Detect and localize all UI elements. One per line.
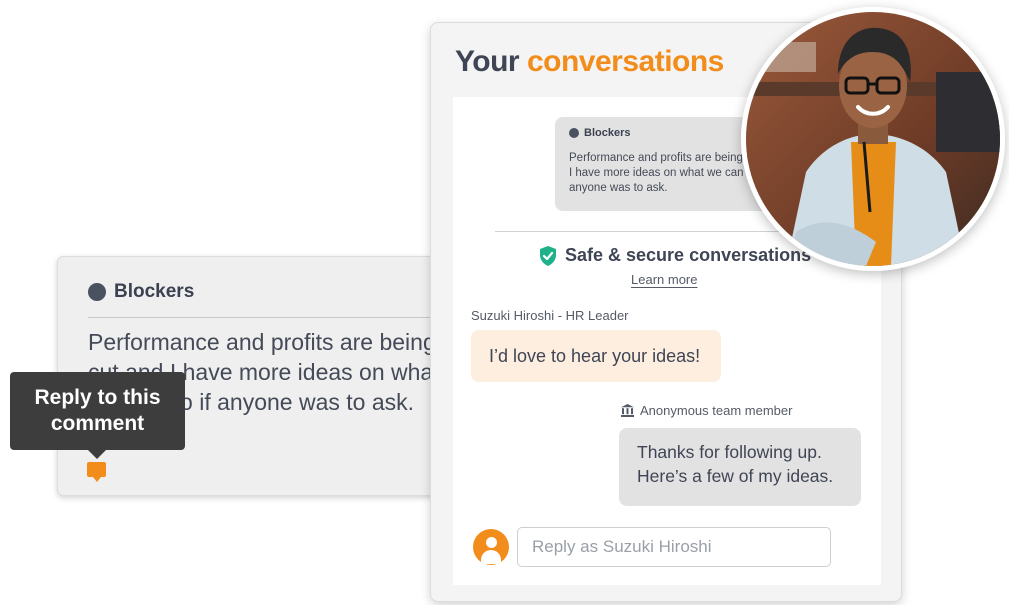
anonymous-sender: Anonymous team member	[621, 403, 792, 418]
topic-label: Blockers	[114, 281, 195, 302]
outgoing-message-line-2: Here’s a few of my ideas.	[637, 466, 834, 486]
reply-tooltip: Reply to this comment	[10, 372, 185, 459]
building-icon	[621, 404, 634, 417]
shield-check-icon	[540, 245, 556, 266]
quoted-topic: Blockers	[569, 127, 630, 139]
anonymous-label: Anonymous team member	[640, 403, 793, 418]
panel-title-accent: conversations	[526, 45, 724, 78]
outgoing-message: Thanks for following up. Here’s a few of…	[619, 428, 861, 506]
panel-title: Your conversations	[455, 45, 724, 79]
sender-name: Suzuki Hiroshi - HR Leader	[471, 308, 629, 323]
user-avatar-icon	[473, 529, 509, 565]
quoted-topic-label: Blockers	[584, 127, 631, 139]
comment-topic: Blockers	[88, 281, 194, 303]
panel-title-main: Your	[455, 45, 520, 78]
outgoing-message-line-1: Thanks for following up.	[637, 442, 822, 462]
topic-dot-icon	[569, 128, 579, 138]
reply-chat-icon[interactable]	[87, 462, 106, 482]
tooltip-line-1: Reply to this	[34, 386, 161, 409]
profile-photo	[741, 7, 1005, 271]
tooltip-line-2: comment	[50, 412, 145, 435]
secure-banner: Safe & secure conversations	[539, 245, 811, 266]
portrait-illustration	[746, 12, 1000, 266]
incoming-message: I’d love to hear your ideas!	[471, 330, 721, 382]
topic-dot-icon	[88, 283, 106, 301]
secure-label: Safe & secure conversations	[565, 245, 812, 265]
reply-input[interactable]	[517, 527, 831, 567]
divider	[495, 231, 825, 232]
divider	[88, 317, 458, 318]
learn-more-link[interactable]: Learn more	[631, 272, 697, 287]
